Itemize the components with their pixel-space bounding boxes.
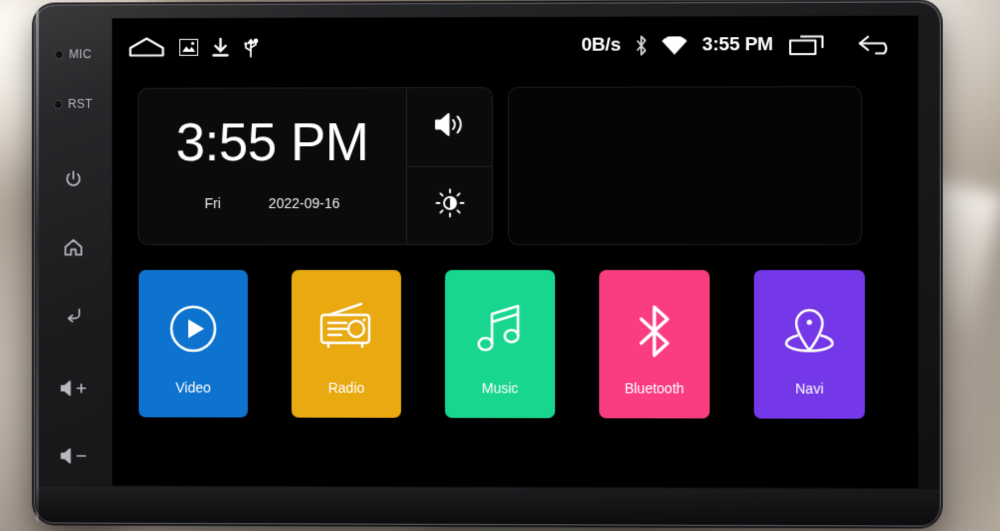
app-tile-label: Video: [175, 379, 211, 396]
clock-face[interactable]: 3:55 PM Fri 2022-09-16: [138, 88, 408, 245]
play-circle-icon: [166, 302, 220, 356]
map-pin-icon: [782, 302, 836, 356]
app-tile-label: Navi: [795, 380, 824, 397]
power-icon: [63, 169, 85, 191]
hardware-button-volume-down[interactable]: [43, 431, 104, 481]
reset-label: RST: [67, 96, 93, 111]
hardware-button-reset[interactable]: RST: [43, 79, 104, 129]
hardware-button-back[interactable]: [43, 290, 104, 340]
car-head-unit-device: MIC RST 0B/s 3:55 PM 3:55 PM Fri 2022-09…: [34, 2, 940, 526]
status-bar: 0B/s 3:55 PM: [112, 16, 919, 76]
wifi-icon[interactable]: [661, 35, 687, 55]
volume-down-icon: [59, 446, 89, 466]
status-bar-clock: 3:55 PM: [702, 34, 774, 56]
app-tile-music[interactable]: Music: [445, 269, 556, 419]
reset-hole-icon: [54, 99, 63, 109]
status-bar-right-group: 0B/s 3:55 PM: [581, 32, 896, 59]
download-icon[interactable]: [212, 37, 229, 57]
hardware-button-home[interactable]: [43, 222, 104, 272]
brightness-button[interactable]: [407, 166, 492, 244]
hardware-button-column: MIC RST: [35, 5, 112, 522]
clock-date-row: Fri 2022-09-16: [205, 195, 340, 211]
screenshot-icon[interactable]: [179, 38, 199, 56]
mic-label: MIC: [68, 47, 92, 62]
widget-row: 3:55 PM Fri 2022-09-16: [112, 87, 919, 245]
home-icon: [62, 236, 86, 259]
app-tile-navi[interactable]: Navi: [753, 270, 865, 419]
hardware-button-volume-up[interactable]: [43, 363, 104, 413]
mic-hole-icon: [55, 49, 64, 59]
hardware-button-power[interactable]: [43, 155, 104, 205]
network-speed-label: 0B/s: [581, 34, 621, 56]
clock-widget-side-buttons: [407, 88, 492, 244]
volume-up-icon: [59, 378, 89, 398]
app-tile-bluetooth[interactable]: Bluetooth: [599, 270, 710, 419]
back-arrow-icon: [62, 304, 86, 326]
clock-weekday: Fri: [204, 194, 221, 211]
volume-button[interactable]: [407, 88, 492, 166]
clock-widget[interactable]: 3:55 PM Fri 2022-09-16: [138, 87, 492, 245]
brightness-icon: [435, 188, 465, 223]
recent-apps-icon[interactable]: [788, 33, 824, 57]
clock-time: 3:55 PM: [175, 112, 369, 172]
screenshot-scene: MIC RST 0B/s 3:55 PM 3:55 PM Fri 2022-09…: [0, 0, 1000, 531]
touchscreen-display[interactable]: 0B/s 3:55 PM 3:55 PM Fri 2022-09-16 Vide…: [111, 15, 919, 489]
music-note-icon: [475, 302, 525, 356]
app-tile-label: Bluetooth: [624, 380, 685, 397]
app-tile-row: Video Radio Music Bluetooth Navi: [112, 269, 919, 419]
app-tile-radio[interactable]: Radio: [291, 269, 402, 418]
home-outline-icon[interactable]: [128, 35, 166, 59]
media-preview-panel[interactable]: [509, 87, 861, 244]
app-tile-video[interactable]: Video: [138, 269, 248, 418]
bottom-bezel: [34, 486, 940, 526]
clock-date: 2022-09-16: [268, 194, 340, 211]
app-tile-label: Radio: [328, 379, 365, 396]
bluetooth-icon: [634, 302, 674, 360]
radio-icon: [317, 302, 375, 352]
bluetooth-icon[interactable]: [634, 34, 648, 56]
status-bar-left-group: [128, 35, 259, 59]
back-arrow-icon[interactable]: [856, 32, 896, 58]
volume-icon: [433, 111, 466, 143]
app-tile-label: Music: [481, 379, 519, 397]
hardware-button-mic[interactable]: MIC: [43, 29, 104, 79]
usb-icon[interactable]: [243, 36, 259, 58]
